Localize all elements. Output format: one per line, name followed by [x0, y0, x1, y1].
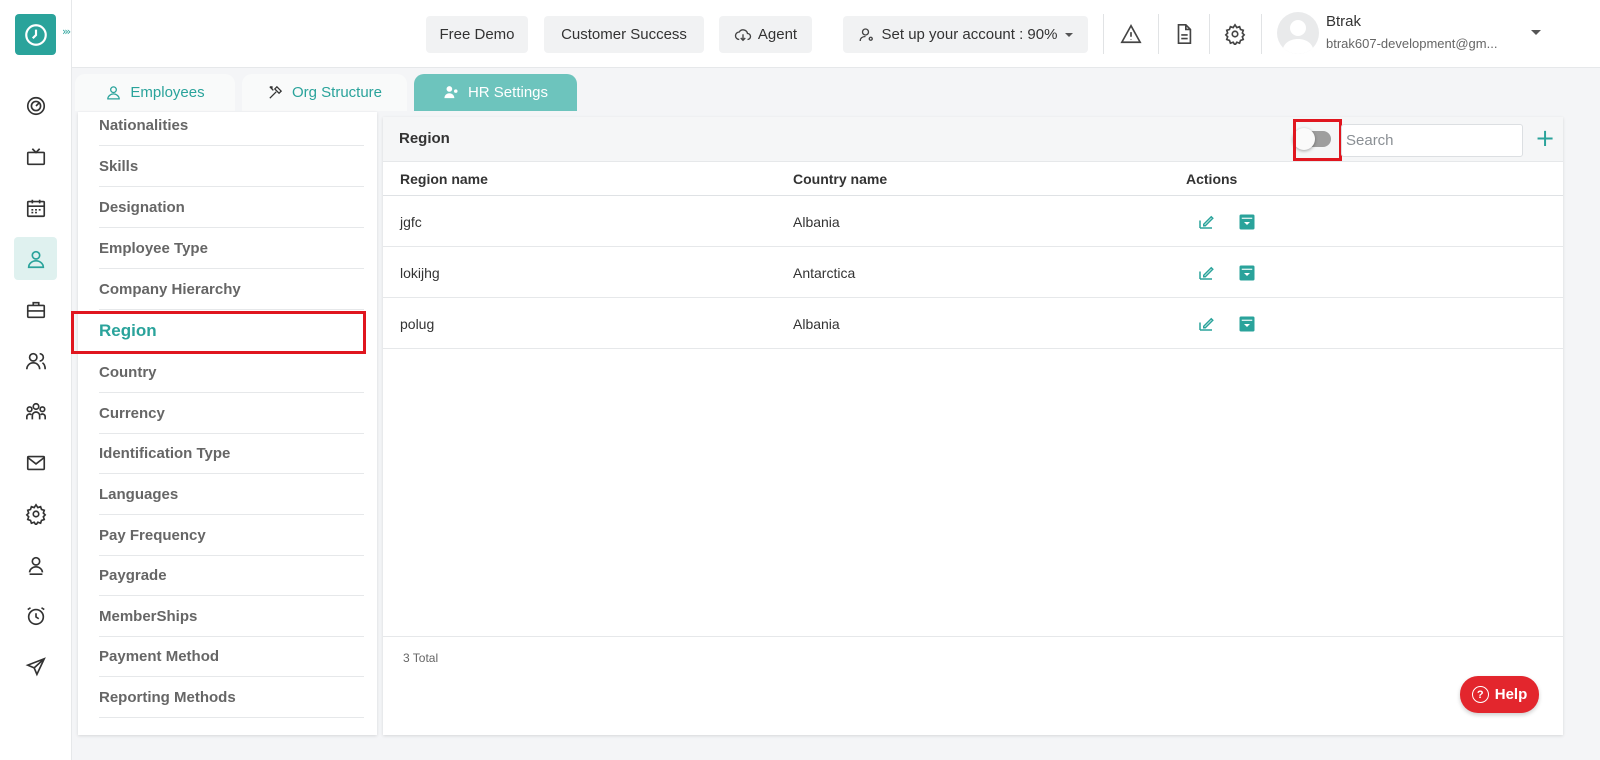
- menu-item-company-hierarchy[interactable]: Company Hierarchy: [99, 269, 364, 310]
- send-icon[interactable]: [14, 645, 57, 688]
- customer-success-button[interactable]: Customer Success: [544, 16, 704, 53]
- tab-org-structure[interactable]: Org Structure: [242, 74, 407, 111]
- user-menu-chevron-icon[interactable]: [1531, 30, 1541, 35]
- archive-toggle[interactable]: [1293, 128, 1331, 150]
- table-row[interactable]: jgfc Albania: [383, 196, 1563, 247]
- tv-icon[interactable]: [14, 135, 57, 178]
- total-count: 3 Total: [403, 651, 439, 665]
- tab-hr-settings[interactable]: HR Settings: [414, 74, 577, 111]
- table-row[interactable]: polug Albania: [383, 298, 1563, 349]
- user-settings-icon: [859, 27, 873, 41]
- menu-item-employee-type[interactable]: Employee Type: [99, 228, 364, 269]
- avatar-user-icon: [1282, 20, 1314, 54]
- panel-title: Region: [399, 130, 450, 147]
- left-nav-rail: ›››: [0, 0, 72, 760]
- panel-header: Region +: [383, 117, 1563, 162]
- archive-icon[interactable]: [1238, 315, 1256, 333]
- calendar-icon[interactable]: [14, 186, 57, 229]
- agent-button[interactable]: Agent: [719, 16, 812, 53]
- gear-icon[interactable]: [1222, 21, 1248, 47]
- region-name-cell: lokijhg: [400, 264, 440, 281]
- setup-account-dropdown[interactable]: Set up your account : 90%: [843, 16, 1088, 53]
- cloud-download-icon: [734, 28, 751, 41]
- region-panel: Region + Region name Country name Action…: [383, 117, 1563, 735]
- add-region-button[interactable]: +: [1534, 126, 1556, 152]
- hr-settings-menu: Nationalities Skills Designation Employe…: [78, 112, 377, 735]
- mail-icon[interactable]: [14, 441, 57, 484]
- country-name-cell: Albania: [793, 213, 840, 230]
- menu-item-region[interactable]: Region: [99, 310, 364, 352]
- team-icon[interactable]: [14, 390, 57, 433]
- country-name-cell: Antarctica: [793, 264, 856, 281]
- menu-item-currency[interactable]: Currency: [99, 393, 364, 434]
- menu-item-designation[interactable]: Designation: [99, 187, 364, 228]
- free-demo-button[interactable]: Free Demo: [426, 16, 528, 53]
- free-demo-label: Free Demo: [439, 26, 515, 43]
- tab-employees-label: Employees: [130, 84, 205, 101]
- column-header-region-name[interactable]: Region name: [400, 162, 488, 196]
- user-name: Btrak: [1326, 13, 1362, 30]
- user-email: btrak607-development@gm...: [1326, 36, 1498, 51]
- menu-item-reporting-methods[interactable]: Reporting Methods: [99, 677, 364, 718]
- country-name-cell: Albania: [793, 315, 840, 332]
- divider: [1158, 14, 1159, 54]
- region-name-cell: jgfc: [400, 213, 422, 230]
- edit-icon[interactable]: [1197, 264, 1215, 282]
- user-icon: [107, 86, 121, 100]
- alarm-icon[interactable]: [14, 594, 57, 637]
- setup-account-label: Set up your account : 90%: [881, 26, 1058, 43]
- footer-divider: [383, 636, 1563, 637]
- help-button[interactable]: ? Help: [1460, 676, 1539, 713]
- tools-icon: [269, 85, 283, 99]
- dashboard-icon[interactable]: [14, 84, 57, 127]
- edit-icon[interactable]: [1197, 213, 1215, 231]
- settings-icon[interactable]: [14, 492, 57, 535]
- column-header-country-name[interactable]: Country name: [793, 162, 887, 196]
- column-header-actions: Actions: [1186, 171, 1238, 187]
- chevron-down-icon: [1065, 32, 1074, 37]
- archive-icon[interactable]: [1238, 213, 1256, 231]
- tab-org-structure-label: Org Structure: [291, 84, 383, 101]
- menu-item-nationalities[interactable]: Nationalities: [99, 112, 364, 146]
- menu-item-pay-frequency[interactable]: Pay Frequency: [99, 515, 364, 556]
- divider: [1209, 14, 1210, 54]
- menu-item-skills[interactable]: Skills: [99, 146, 364, 187]
- edit-icon[interactable]: [1197, 315, 1215, 333]
- document-icon[interactable]: [1171, 21, 1197, 47]
- app-logo[interactable]: [15, 14, 56, 55]
- top-header: Free Demo Customer Success Agent Set up …: [72, 0, 1600, 68]
- menu-item-identification-type[interactable]: Identification Type: [99, 434, 364, 474]
- customer-success-label: Customer Success: [561, 26, 687, 43]
- divider: [1261, 14, 1262, 54]
- tab-hr-settings-label: HR Settings: [467, 84, 549, 101]
- help-label: Help: [1494, 686, 1528, 703]
- question-icon: ?: [1471, 686, 1489, 703]
- profile-icon[interactable]: [14, 543, 57, 586]
- users-gear-icon: [444, 86, 458, 99]
- warning-icon[interactable]: [1118, 21, 1144, 47]
- divider: [1103, 14, 1104, 54]
- avatar[interactable]: [1277, 12, 1319, 54]
- agent-label: Agent: [757, 26, 798, 43]
- tab-employees[interactable]: Employees: [75, 74, 235, 111]
- menu-item-memberships[interactable]: MemberShips: [99, 596, 364, 637]
- region-name-cell: polug: [400, 315, 435, 332]
- menu-item-paygrade[interactable]: Paygrade: [99, 556, 364, 596]
- clock-logo-icon: [24, 23, 47, 46]
- table-row[interactable]: lokijhg Antarctica: [383, 247, 1563, 298]
- menu-item-payment-method[interactable]: Payment Method: [99, 637, 364, 677]
- menu-item-country[interactable]: Country: [99, 352, 364, 393]
- search-input[interactable]: [1341, 124, 1523, 157]
- menu-item-languages[interactable]: Languages: [99, 474, 364, 515]
- people-icon[interactable]: [14, 339, 57, 382]
- expand-nav-icon[interactable]: ›››: [62, 25, 71, 38]
- archive-icon[interactable]: [1238, 264, 1256, 282]
- briefcase-icon[interactable]: [14, 288, 57, 331]
- employee-user-icon[interactable]: [14, 237, 57, 280]
- toggle-knob: [1293, 128, 1315, 150]
